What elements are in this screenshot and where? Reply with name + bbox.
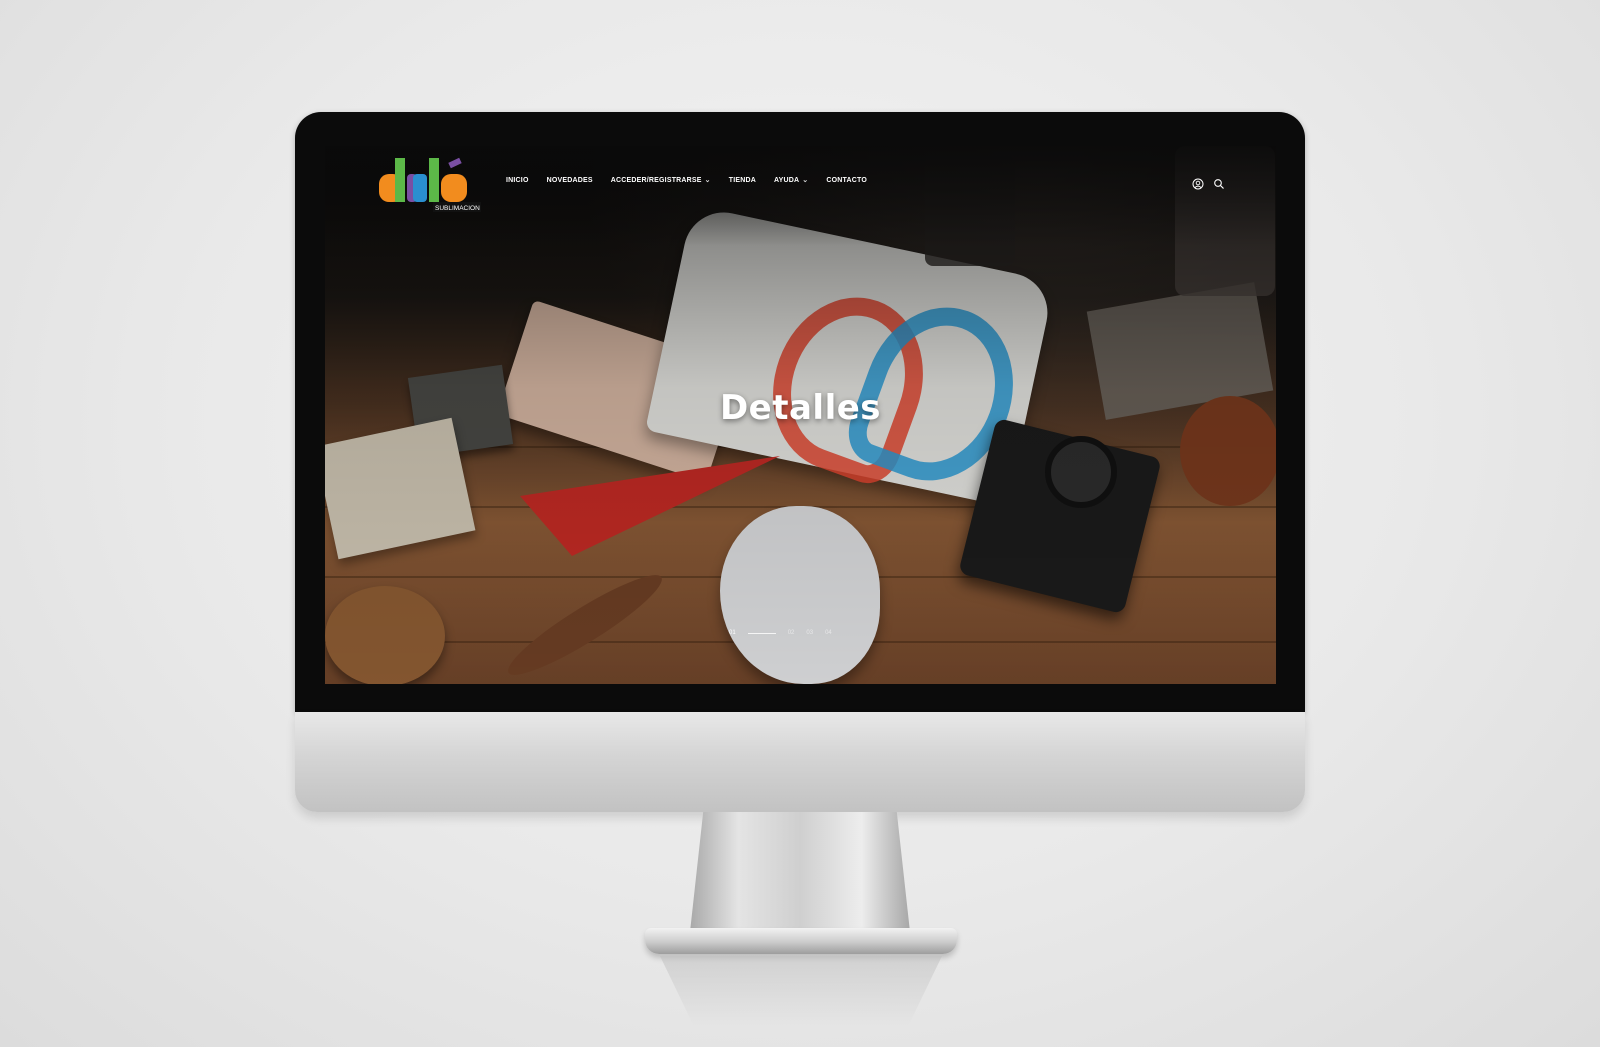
monitor-chin	[295, 712, 1305, 812]
slider-pagination: 01 02 03 04	[729, 630, 832, 636]
nav-item-novedades[interactable]: NOVEDADES	[547, 176, 593, 184]
nav-item-label: TIENDA	[728, 176, 757, 184]
dule-logo-icon: SUBLIMACION	[379, 157, 481, 212]
nav-item-label: ACCEDER/REGISTRARSE	[610, 176, 702, 184]
user-icon[interactable]	[1192, 178, 1204, 190]
slide-indicator-3[interactable]: 03	[806, 630, 813, 636]
svg-text:SUBLIMACION: SUBLIMACION	[435, 205, 480, 212]
website-screen: SUBLIMACION INICIO NOVEDADES ACCEDER/REG…	[325, 146, 1276, 684]
chevron-down-icon: ⌄	[802, 177, 809, 184]
search-icon[interactable]	[1213, 178, 1225, 190]
slide-indicator-2[interactable]: 02	[788, 630, 795, 636]
nav-item-acceder-registrarse[interactable]: ACCEDER/REGISTRARSE ⌄	[610, 176, 711, 185]
slide-indicator-4[interactable]: 04	[825, 630, 832, 636]
chevron-down-icon: ⌄	[704, 177, 711, 184]
nav-item-tienda[interactable]: TIENDA	[729, 176, 756, 184]
nav-item-inicio[interactable]: INICIO	[506, 176, 529, 184]
site-logo[interactable]: SUBLIMACION	[377, 154, 487, 218]
main-navigation: INICIO NOVEDADES ACCEDER/REGISTRARSE ⌄ T…	[506, 176, 885, 185]
active-slide-line	[747, 632, 776, 634]
monitor-stand-base	[645, 928, 957, 954]
stand-reflection	[660, 956, 942, 1026]
nav-item-contacto[interactable]: CONTACTO	[826, 176, 867, 184]
nav-item-label: CONTACTO	[826, 176, 867, 184]
monitor-stand	[690, 812, 910, 932]
slide-indicator-1[interactable]: 01	[729, 630, 736, 636]
nav-item-label: AYUDA	[774, 176, 800, 184]
header-actions	[1192, 178, 1225, 190]
nav-item-label: NOVEDADES	[546, 176, 593, 184]
nav-item-label: INICIO	[506, 176, 529, 184]
hero-title: Detalles	[719, 388, 882, 428]
nav-item-ayuda[interactable]: AYUDA ⌄	[774, 176, 809, 185]
site-header: SUBLIMACION INICIO NOVEDADES ACCEDER/REG…	[325, 146, 1276, 246]
